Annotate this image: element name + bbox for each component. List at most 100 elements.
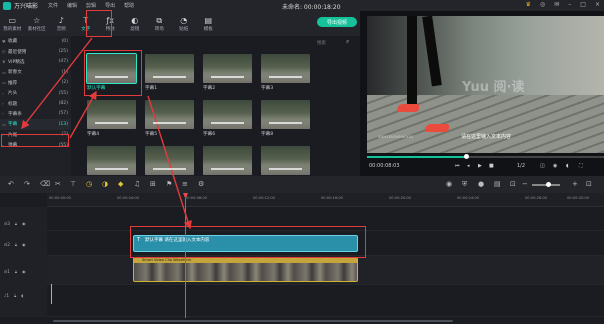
eye-icon[interactable]: ◉: [22, 221, 26, 226]
delete-icon[interactable]: ⌫: [40, 180, 50, 188]
tab-label: 模板: [203, 26, 213, 32]
sidebar-item-spring[interactable]: ▭ 新春文 (1): [0, 67, 71, 77]
subtitle-thumb[interactable]: [145, 146, 194, 175]
crop-icon[interactable]: ⊤: [70, 180, 76, 188]
fit-icon[interactable]: ⊡: [586, 180, 592, 188]
mic-icon[interactable]: ●: [478, 180, 484, 188]
camera-icon[interactable]: ◉: [553, 163, 557, 169]
folder-icon: ▭: [2, 121, 6, 127]
minimize-icon[interactable]: –: [568, 1, 571, 8]
stop-icon[interactable]: ■: [489, 163, 494, 169]
thumb-label: 字幕1: [145, 86, 158, 91]
menu-edit[interactable]: 编辑: [67, 2, 77, 9]
audio-icon[interactable]: ♫: [134, 180, 140, 188]
track-number-icon: ⊟1: [4, 269, 10, 274]
zoom-out-icon[interactable]: −: [522, 180, 528, 188]
video-clip[interactable]: Smart Video Clip Waveform: [133, 257, 358, 282]
sidebar-item-opening[interactable]: › 片头 (55): [0, 88, 71, 98]
export-button[interactable]: 导出视频: [317, 17, 357, 27]
menu-clip[interactable]: 剪辑: [86, 2, 96, 9]
thumb-text-bar: [95, 168, 128, 170]
preview-scrubber[interactable]: [367, 154, 604, 159]
play-icon[interactable]: ▶: [478, 163, 482, 169]
tab-community[interactable]: ☆ 素材社区: [25, 11, 50, 36]
vip-crown-icon[interactable]: ♛: [526, 1, 531, 8]
tab-filters[interactable]: ◐ 滤镜: [123, 11, 148, 36]
preview-video[interactable]: Yuu 阅·读 XNM2XN5MNX0Y42 请在这里输入文本内容: [367, 16, 604, 153]
split-icon[interactable]: ⊞: [150, 180, 156, 188]
preview-subtitle[interactable]: 请在这里输入文本内容: [461, 133, 511, 140]
render-icon[interactable]: ◉: [446, 180, 452, 188]
lock-icon[interactable]: 🔒︎: [15, 242, 17, 247]
snapshot-icon[interactable]: ◫: [540, 163, 545, 169]
tab-transitions[interactable]: ⧉ 转场: [147, 11, 172, 36]
prev-frame-icon[interactable]: ⏮: [455, 163, 460, 169]
tab-my-media[interactable]: ▭ 我的素材: [0, 11, 25, 36]
settings-icon[interactable]: ⚙: [198, 180, 204, 188]
page-indicator[interactable]: 1/2: [517, 163, 525, 169]
maximize-icon[interactable]: □: [580, 1, 586, 8]
sidebar-item-recent[interactable]: ◷ 最近使用 (25): [0, 46, 71, 56]
menu-export[interactable]: 导出: [105, 2, 115, 9]
timeline-ruler[interactable]: 00:00:00:00 00:00:04:00 00:00:08:00 00:0…: [47, 193, 604, 207]
cut-icon[interactable]: ✂: [55, 180, 61, 188]
subtitle-thumb[interactable]: [87, 100, 136, 129]
eye-icon[interactable]: ◉: [22, 269, 26, 274]
undo-icon[interactable]: ↶: [8, 180, 14, 188]
volume-icon[interactable]: ◖: [566, 163, 569, 169]
sidebar-item-vip[interactable]: ♛ VIP精选 (47): [0, 57, 71, 67]
mark-icon[interactable]: ⚑: [166, 180, 172, 188]
layers-icon[interactable]: ▤: [494, 180, 501, 188]
scrollbar-thumb[interactable]: [53, 320, 453, 322]
subtitle-thumb[interactable]: [203, 146, 252, 175]
redo-icon[interactable]: ↷: [24, 180, 30, 188]
account-icon[interactable]: ◎: [540, 1, 545, 8]
tab-label: 滤镜: [130, 26, 140, 32]
sidebar-item-count: (25): [58, 49, 68, 55]
zoom-slider[interactable]: [532, 182, 560, 187]
menu-help[interactable]: 帮助: [124, 2, 134, 9]
search-input[interactable]: 搜索: [317, 40, 326, 46]
timeline-scrollbar[interactable]: [47, 318, 604, 324]
menu-file[interactable]: 文件: [48, 2, 58, 9]
keyframe-icon[interactable]: ◆: [118, 180, 123, 188]
subtitle-thumb[interactable]: [145, 54, 194, 83]
playhead[interactable]: [185, 199, 186, 319]
search-icon[interactable]: ⌕: [346, 38, 349, 46]
speed-icon[interactable]: ◷: [86, 180, 92, 188]
sidebar-item-subtitle[interactable]: ▭ 字幕 (13): [0, 119, 71, 130]
subtitle-thumb[interactable]: [203, 100, 252, 129]
tab-audio[interactable]: ♪ 音频: [49, 11, 74, 36]
tab-templates[interactable]: ▤ 模板: [196, 11, 221, 36]
notification-icon[interactable]: ✉: [554, 1, 559, 8]
lock-icon[interactable]: 🔒︎: [15, 269, 17, 274]
scrubber-handle[interactable]: [464, 154, 470, 159]
fullscreen-icon[interactable]: ⛶: [579, 163, 583, 169]
thumb-text-bar: [95, 76, 128, 78]
subtitle-thumb[interactable]: [203, 54, 252, 83]
subtitle-thumb[interactable]: [87, 146, 136, 175]
step-back-icon[interactable]: ◂: [467, 163, 470, 169]
tts-icon[interactable]: ⊡: [510, 180, 516, 188]
tab-stickers[interactable]: ◔ 贴纸: [172, 11, 197, 36]
subtitle-thumb[interactable]: [261, 100, 310, 129]
subtitle-thumb[interactable]: [145, 100, 194, 129]
speech-icon[interactable]: ≡: [182, 180, 188, 188]
sidebar-item-lowerthird[interactable]: › 字幕条 (57): [0, 109, 71, 119]
subtitle-thumb[interactable]: [261, 146, 310, 175]
lock-icon[interactable]: 🔒︎: [14, 293, 16, 298]
shield-icon[interactable]: ⛨: [462, 180, 467, 189]
sidebar-item-recommended[interactable]: ▭ 推荐 (2): [0, 78, 71, 88]
ruler-tick: 00:00:12:00: [253, 196, 275, 200]
lock-icon[interactable]: 🔒︎: [15, 221, 17, 226]
close-icon[interactable]: ×: [595, 1, 600, 8]
subtitle-thumb[interactable]: [261, 54, 310, 83]
speaker-icon[interactable]: ◖: [21, 293, 23, 298]
sidebar-item-title[interactable]: › 标题 (82): [0, 98, 71, 108]
sidebar-item-label: 新春文: [8, 70, 22, 76]
eye-icon[interactable]: ◉: [22, 242, 26, 247]
track-lane[interactable]: [47, 285, 604, 317]
color-icon[interactable]: ◑: [102, 180, 108, 188]
zoom-in-icon[interactable]: +: [572, 180, 578, 188]
sidebar-item-favorites[interactable]: ♥ 收藏 (0): [0, 36, 71, 46]
